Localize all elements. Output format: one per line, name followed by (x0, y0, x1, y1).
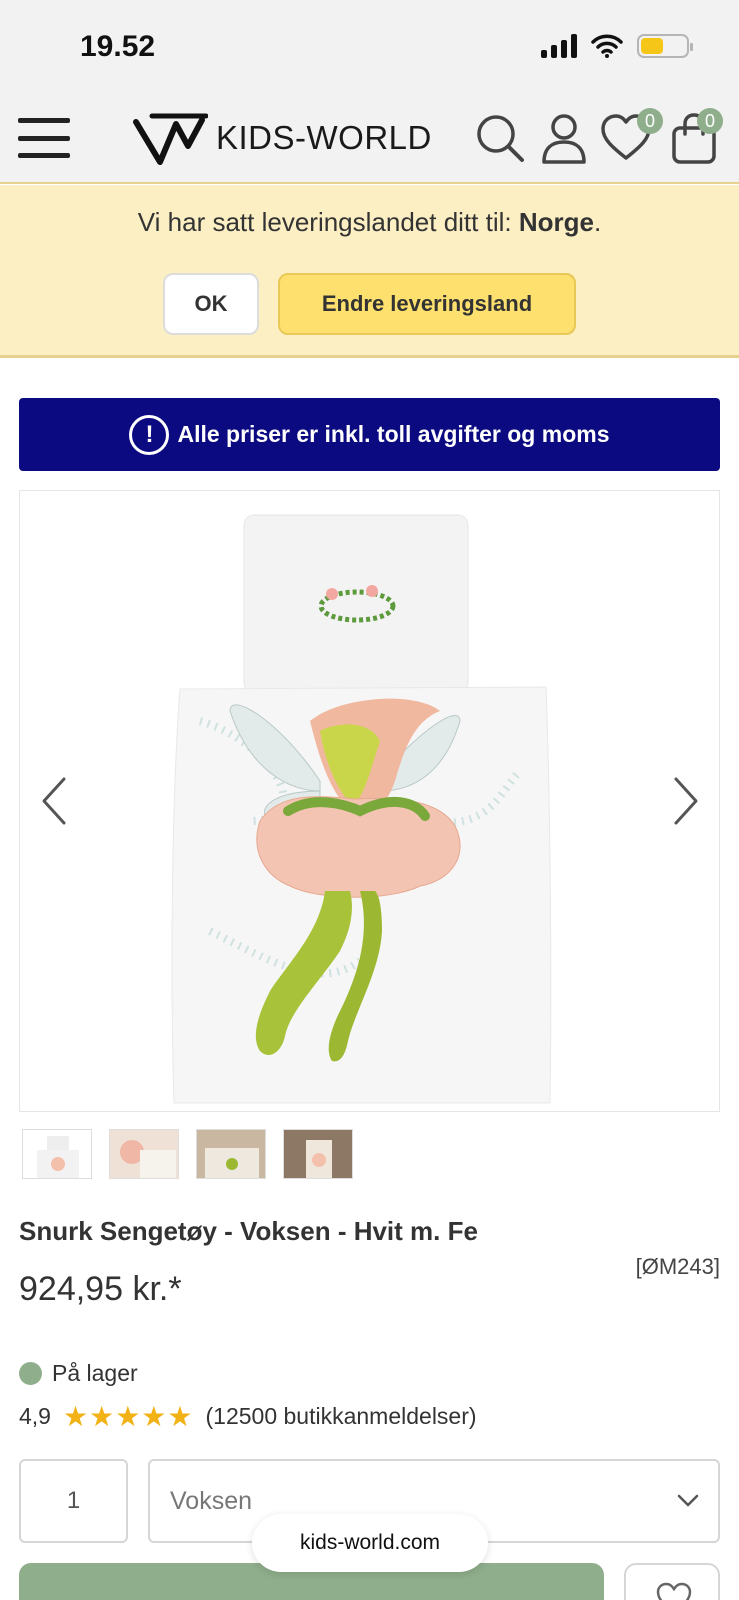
ok-button[interactable]: OK (163, 273, 259, 335)
delivery-message-suffix: . (593, 207, 602, 237)
price-info-text: Alle priser er inkl. toll avgifter og mo… (177, 421, 610, 447)
store-rating[interactable]: 4,9 ★★★★★ (12500 butikkanmeldelser) (19, 1400, 477, 1433)
logo-text: KIDS-WORLD (216, 119, 432, 156)
thumbnail-3[interactable] (196, 1129, 266, 1179)
change-country-button[interactable]: Endre leveringsland (278, 273, 576, 335)
exclamation-icon: ! (129, 414, 170, 455)
signal-icon (541, 34, 577, 58)
product-title: Snurk Sengetøy - Voksen - Hvit m. Fe (19, 1216, 478, 1246)
variant-selected-value: Voksen (170, 1487, 253, 1515)
product-sku: [ØM243] (635, 1254, 720, 1279)
battery-icon (637, 34, 693, 58)
product-image-gallery[interactable] (19, 490, 720, 1112)
star-rating-icon: ★★★★★ (62, 1401, 194, 1432)
delivery-message: Vi har satt leveringslandet ditt til: No… (0, 207, 739, 238)
logo-mark-icon (133, 113, 208, 165)
chevron-down-icon (677, 1494, 699, 1507)
heart-icon (656, 1582, 692, 1600)
quantity-input[interactable]: 1 (19, 1459, 128, 1543)
thumbnail-2[interactable] (109, 1129, 179, 1179)
menu-icon[interactable] (18, 116, 70, 160)
thumbnail-strip (22, 1129, 353, 1179)
delivery-message-prefix: Vi har satt leveringslandet ditt til: (137, 207, 519, 237)
status-icons (541, 34, 693, 58)
browser-url-bar[interactable]: kids-world.com (252, 1514, 488, 1572)
status-time: 19.52 (80, 30, 156, 63)
price-info-bar: ! Alle priser er inkl. toll avgifter og … (19, 398, 720, 471)
product-price: 924,95 kr.* (19, 1270, 182, 1308)
thumbnail-1[interactable] (22, 1129, 92, 1179)
search-icon[interactable] (472, 110, 528, 166)
cart-count-badge: 0 (697, 108, 723, 134)
stock-status-text: På lager (52, 1360, 138, 1386)
wifi-icon (591, 34, 623, 58)
rating-value: 4,9 (19, 1403, 51, 1429)
chevron-right-icon[interactable] (666, 771, 706, 831)
thumbnail-4[interactable] (283, 1129, 353, 1179)
chevron-left-icon[interactable] (34, 771, 74, 831)
in-stock-dot-icon (19, 1362, 42, 1385)
stock-status: På lager (19, 1360, 138, 1387)
wishlist-count-badge: 0 (637, 108, 663, 134)
delivery-country: Norge (518, 207, 594, 237)
status-bar: 19.52 (0, 0, 739, 96)
add-to-wishlist-button[interactable] (624, 1563, 720, 1600)
site-header: KIDS-WORLD 0 0 (0, 96, 739, 184)
review-count: (12500 butikkanmeldelser) (205, 1403, 477, 1429)
product-image (171, 514, 552, 1104)
logo[interactable]: KIDS-WORLD (132, 110, 432, 166)
delivery-country-banner: Vi har satt leveringslandet ditt til: No… (0, 185, 739, 358)
user-icon[interactable] (536, 110, 592, 166)
